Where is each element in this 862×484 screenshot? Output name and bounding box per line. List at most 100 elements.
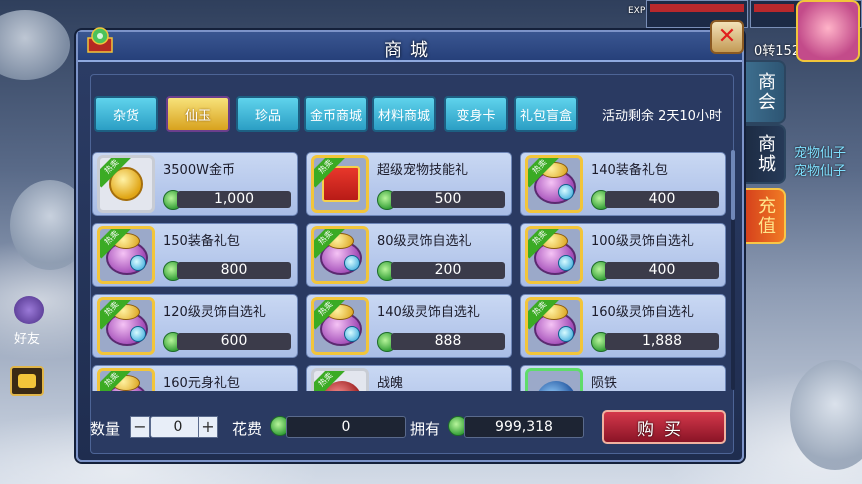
item-icon-frame: 热卖 [311, 226, 369, 284]
item-icon-frame [525, 368, 583, 391]
friend-icon [14, 296, 44, 324]
item-icon-frame: 热卖 [525, 226, 583, 284]
quantity-plus-button[interactable]: + [198, 416, 218, 438]
item-price: 200 [434, 262, 462, 278]
price-bar: 800 [177, 262, 291, 279]
item-name: 140级灵饰自选礼 [377, 305, 480, 320]
item-price: 400 [648, 191, 676, 207]
cost-value: 0 [286, 416, 406, 438]
item-card[interactable]: 热卖 140级灵饰自选礼 888 [306, 294, 512, 358]
window-title: 商城 [384, 40, 436, 61]
item-card[interactable]: 陨铁 [520, 365, 726, 391]
item-icon-frame: 热卖 [97, 297, 155, 355]
item-name: 100级灵饰自选礼 [591, 234, 694, 249]
item-price: 800 [220, 262, 248, 278]
exp-label: EXP [628, 6, 646, 16]
price-bar: 400 [605, 262, 719, 279]
item-icon-frame: 热卖 [311, 155, 369, 213]
price-bar: 400 [605, 191, 719, 208]
item-icon-frame: 热卖 [97, 155, 155, 213]
tab-category-misc[interactable]: 杂货 [94, 96, 158, 132]
price-bar: 600 [177, 333, 291, 350]
chat-icon[interactable] [10, 366, 44, 396]
quantity-minus-button[interactable]: − [130, 416, 150, 438]
gem-icon [344, 326, 360, 342]
tab-shop[interactable]: 商城 [744, 124, 786, 184]
quantity-label: 数量 [90, 420, 121, 438]
price-bar: 500 [391, 191, 505, 208]
tab-category-treasure[interactable]: 珍品 [236, 96, 300, 132]
pet-avatar[interactable] [796, 0, 860, 62]
shop-emblem-icon [87, 27, 113, 53]
item-name: 160元身礼包 [163, 376, 240, 391]
owned-value: 999,318 [464, 416, 584, 438]
item-price: 600 [220, 333, 248, 349]
item-price: 1,000 [213, 191, 255, 207]
item-card[interactable]: 热卖 120级灵饰自选礼 600 [92, 294, 298, 358]
item-grid: 热卖 3500W金币 1,000 热卖 超级宠物技能礼 500 热卖 140装备… [90, 150, 732, 391]
price-bar: 1,888 [605, 333, 719, 350]
item-icon-frame: 热卖 [97, 226, 155, 284]
hud-level-text: 0转152 [754, 44, 801, 59]
tab-category-jade[interactable]: 仙玉 [166, 96, 230, 132]
owned-label: 拥有 [410, 420, 441, 438]
item-icon-frame: 热卖 [311, 368, 369, 391]
price-bar: 200 [391, 262, 505, 279]
item-card[interactable]: 热卖 160元身礼包 [92, 365, 298, 391]
item-card[interactable]: 热卖 140装备礼包 400 [520, 152, 726, 216]
item-card[interactable]: 热卖 100级灵饰自选礼 400 [520, 223, 726, 287]
item-name: 3500W金币 [163, 163, 235, 178]
hud-health-bar [650, 4, 744, 12]
pet-name-label: 宠物仙子 [794, 146, 847, 161]
price-bar: 888 [391, 333, 505, 350]
gem-icon [558, 255, 574, 271]
item-name: 超级宠物技能礼 [377, 163, 469, 178]
gem-icon [130, 326, 146, 342]
item-price: 400 [648, 262, 676, 278]
item-price: 888 [434, 333, 462, 349]
item-icon-frame: 热卖 [525, 297, 583, 355]
buy-button[interactable]: 购买 [602, 410, 726, 444]
item-price: 500 [434, 191, 462, 207]
close-icon: ✕ [717, 24, 737, 49]
item-icon-frame: 热卖 [525, 155, 583, 213]
price-bar: 1,000 [177, 191, 291, 208]
item-card[interactable]: 热卖 战魄 [306, 365, 512, 391]
gem-icon [344, 255, 360, 271]
item-icon-frame: 热卖 [311, 297, 369, 355]
close-button[interactable]: ✕ [710, 20, 744, 54]
item-icon-frame: 热卖 [97, 368, 155, 391]
item-card[interactable]: 热卖 3500W金币 1,000 [92, 152, 298, 216]
gem-icon [558, 184, 574, 200]
chat-bubble [18, 374, 36, 388]
friend-button[interactable]: 好友 [6, 296, 52, 350]
item-price: 1,888 [641, 333, 683, 349]
item-name: 战魄 [377, 376, 404, 391]
event-remaining-text: 活动剩余 2天10小时 [602, 109, 722, 124]
item-card[interactable]: 热卖 超级宠物技能礼 500 [306, 152, 512, 216]
hud-pet-health-bar [754, 4, 794, 12]
item-card[interactable]: 热卖 150装备礼包 800 [92, 223, 298, 287]
purchase-bar: 数量 − 0 + 花费 0 拥有 999,318 购买 [88, 410, 734, 444]
blue-orb-icon [536, 381, 576, 391]
tab-category-gold-shop[interactable]: 金币商城 [304, 96, 368, 132]
item-name: 140装备礼包 [591, 163, 668, 178]
gem-icon [558, 326, 574, 342]
item-name: 80级灵饰自选礼 [377, 234, 472, 249]
item-name: 150装备礼包 [163, 234, 240, 249]
pet-name-label: 宠物仙子 [794, 164, 847, 179]
item-card[interactable]: 热卖 80级灵饰自选礼 200 [306, 223, 512, 287]
tab-category-transform-card[interactable]: 变身卡 [444, 96, 508, 132]
friend-label: 好友 [14, 332, 41, 347]
tab-category-gift-box[interactable]: 礼包盲盒 [514, 96, 578, 132]
item-card[interactable]: 热卖 160级灵饰自选礼 1,888 [520, 294, 726, 358]
tab-recharge[interactable]: 充值 [744, 188, 786, 244]
item-name: 160级灵饰自选礼 [591, 305, 694, 320]
item-name: 120级灵饰自选礼 [163, 305, 266, 320]
item-name: 陨铁 [591, 376, 618, 391]
title-bar: 商城 [78, 27, 742, 62]
cost-label: 花费 [232, 420, 263, 438]
scrollbar-thumb[interactable] [731, 150, 735, 220]
tab-guild[interactable]: 商会 [744, 60, 786, 124]
tab-category-material-shop[interactable]: 材料商城 [372, 96, 436, 132]
